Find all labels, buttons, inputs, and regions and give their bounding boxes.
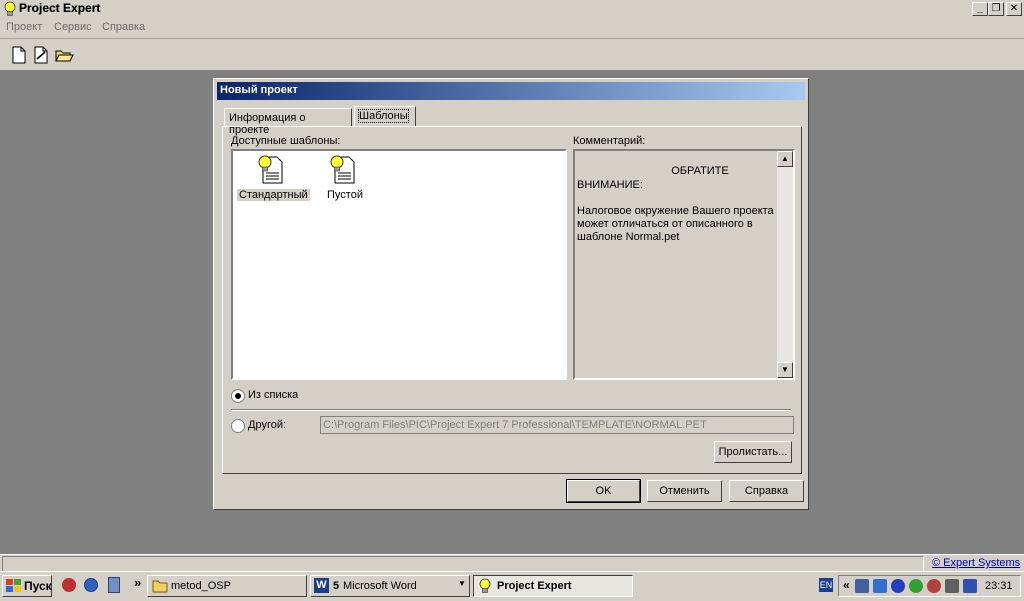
radio-other[interactable] <box>231 419 245 433</box>
task-label: Project Expert <box>497 580 572 592</box>
start-button[interactable]: Пуск <box>2 575 52 597</box>
start-label: Пуск <box>24 579 52 593</box>
menu-project[interactable]: Проект <box>6 21 42 33</box>
restore-button[interactable]: ❐ <box>988 2 1004 16</box>
comment-heading-2: ВНИМАНИЕ: <box>577 179 643 191</box>
template-standard-label: Стандартный <box>237 189 310 201</box>
status-bar: © Expert Systems <box>0 554 1024 572</box>
lightbulb-icon <box>4 1 16 16</box>
bluetooth-icon[interactable] <box>891 579 905 593</box>
toolbar <box>0 39 1024 71</box>
comment-scrollbar[interactable]: ▲ ▼ <box>777 151 793 378</box>
antivirus-icon[interactable] <box>909 579 923 593</box>
cancel-button[interactable]: Отменить <box>647 480 722 502</box>
tray-tool-icon[interactable] <box>963 579 977 593</box>
task-label: metod_OSP <box>171 580 231 592</box>
radio-other-label[interactable]: Другой: <box>248 419 286 431</box>
tab-templates-label: Шаблоны <box>358 109 409 123</box>
title-bar[interactable]: Project Expert _ ❐ ✕ <box>0 0 1024 18</box>
window-title: Project Expert <box>19 1 101 15</box>
radio-from-list[interactable] <box>231 389 245 403</box>
template-empty-label: Пустой <box>327 189 363 201</box>
template-document-icon <box>330 155 355 184</box>
network-icon[interactable] <box>855 579 869 593</box>
windows-logo-icon <box>6 579 21 592</box>
available-templates-label: Доступные шаблоны: <box>231 135 341 147</box>
new-document-icon[interactable] <box>8 44 30 66</box>
task-metod-osp[interactable]: metod_OSP <box>147 575 307 597</box>
quicklaunch-opera-icon[interactable] <box>62 578 76 592</box>
tray-expand-icon[interactable]: « <box>843 578 850 592</box>
task-project-expert[interactable]: Project Expert <box>473 575 633 597</box>
comment-label: Комментарий: <box>573 135 646 147</box>
status-pane <box>2 556 924 572</box>
comment-text: Налоговое окружение Вашего проекта может… <box>577 205 774 243</box>
path-field[interactable]: C:\Program Files\PIC\Project Expert 7 Pr… <box>320 416 794 434</box>
menu-bar: Проект Сервис Справка <box>0 18 1024 39</box>
comment-heading-1: ОБРАТИТЕ <box>671 165 729 177</box>
radio-dot <box>235 393 241 399</box>
template-standard[interactable]: Стандартный <box>235 151 310 203</box>
security-shield-icon[interactable] <box>873 579 887 593</box>
close-button[interactable]: ✕ <box>1006 2 1022 16</box>
ok-button[interactable]: OK <box>566 479 641 503</box>
scroll-up-arrow-icon[interactable]: ▲ <box>777 151 793 167</box>
template-document-icon <box>258 155 283 184</box>
usb-device-icon[interactable] <box>945 579 959 593</box>
word-icon: W <box>314 578 329 593</box>
separator <box>231 409 791 411</box>
menu-service[interactable]: Сервис <box>54 21 92 33</box>
help-button[interactable]: Справка <box>729 480 804 502</box>
minimize-button[interactable]: _ <box>972 2 988 16</box>
dialog-title-bar[interactable]: Новый проект <box>217 82 805 100</box>
tab-templates[interactable]: Шаблоны <box>354 106 416 126</box>
radio-from-list-label[interactable]: Из списка <box>248 389 298 401</box>
new-project-dialog: Новый проект Информация о проекте Шаблон… <box>213 78 809 510</box>
scroll-down-arrow-icon[interactable]: ▼ <box>777 362 793 378</box>
templates-list[interactable]: Стандартный Пустой <box>231 149 567 380</box>
expert-systems-link[interactable]: © Expert Systems <box>932 557 1020 569</box>
task-microsoft-word[interactable]: W 5 Microsoft Word ▼ <box>310 575 470 597</box>
new-from-template-icon[interactable] <box>30 44 52 66</box>
taskbar: Пуск » metod_OSP W 5 Microsoft Word ▼ Pr… <box>0 571 1024 601</box>
group-dropdown-icon: ▼ <box>458 579 466 588</box>
dialog-title: Новый проект <box>220 84 298 96</box>
templates-tab-panel: Доступные шаблоны: Стандартный Пустой Ко… <box>222 126 802 474</box>
template-empty[interactable]: Пустой <box>311 151 381 203</box>
folder-icon <box>152 580 168 593</box>
quicklaunch-media-player-icon[interactable] <box>84 578 98 592</box>
language-indicator[interactable]: EN <box>819 578 833 592</box>
lightbulb-icon <box>479 578 491 593</box>
task-label: Microsoft Word <box>343 580 417 592</box>
task-count: 5 <box>333 580 340 592</box>
system-tray: « 23:31 <box>838 575 1021 597</box>
tray-app-icon[interactable] <box>927 579 941 593</box>
open-folder-icon[interactable] <box>53 44 75 66</box>
clock: 23:31 <box>985 580 1013 592</box>
quicklaunch-more[interactable]: » <box>134 575 141 590</box>
quicklaunch-calculator-icon[interactable] <box>108 577 120 593</box>
comment-box[interactable]: ОБРАТИТЕ ВНИМАНИЕ: Налоговое окружение В… <box>573 149 795 380</box>
tab-project-info[interactable]: Информация о проекте <box>224 108 352 136</box>
browse-button[interactable]: Пролистать... <box>714 441 792 463</box>
menu-help[interactable]: Справка <box>102 21 145 33</box>
